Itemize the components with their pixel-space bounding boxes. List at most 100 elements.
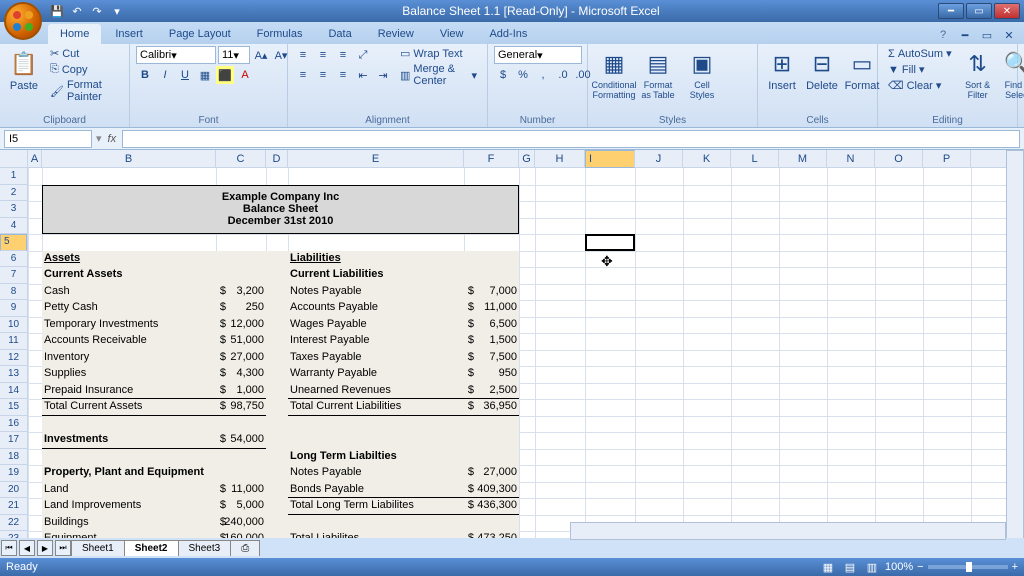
cell[interactable]: Inventory <box>42 350 216 367</box>
row-header-4[interactable]: 4 <box>0 218 27 235</box>
tab-review[interactable]: Review <box>366 24 426 44</box>
cell[interactable]: 54,000 <box>216 432 266 449</box>
merge-center-button[interactable]: ▥ Merge & Center ▾ <box>396 62 481 88</box>
cell[interactable]: 950 <box>464 366 519 383</box>
horizontal-scrollbar[interactable] <box>570 522 1006 540</box>
cell[interactable]: 240,000 <box>216 515 266 532</box>
minimize-button[interactable]: ━ <box>938 3 964 19</box>
sheet-tab-3[interactable]: Sheet3 <box>178 540 232 556</box>
insert-cells-button[interactable]: ⊞Insert <box>764 46 800 94</box>
cell[interactable]: Accounts Payable <box>288 300 464 317</box>
row-header-14[interactable]: 14 <box>0 383 27 400</box>
cell[interactable]: Temporary Investments <box>42 317 216 334</box>
col-header-P[interactable]: P <box>923 150 971 167</box>
indent-inc-icon[interactable]: ⇥ <box>374 66 392 84</box>
cell[interactable]: Total Liabilites <box>288 531 464 538</box>
align-center-icon[interactable]: ≡ <box>314 66 332 84</box>
font-color-button[interactable]: A <box>236 66 254 84</box>
cell[interactable]: Current Liabilities <box>288 267 464 284</box>
row-header-17[interactable]: 17 <box>0 432 27 449</box>
cell[interactable]: Wages Payable <box>288 317 464 334</box>
col-header-J[interactable]: J <box>635 150 683 167</box>
cell[interactable]: Supplies <box>42 366 216 383</box>
sheet-tab-1[interactable]: Sheet1 <box>71 540 125 556</box>
increase-font-icon[interactable]: A▴ <box>252 46 270 64</box>
find-select-button[interactable]: 🔍Find & Select <box>1000 46 1024 102</box>
cell[interactable]: Total Long Term Liabilites <box>288 498 464 515</box>
spreadsheet-grid[interactable]: 1234567891011121314151617181920212223 AB… <box>0 150 1024 538</box>
format-table-button[interactable]: ▤Format as Table <box>638 46 678 102</box>
align-bottom-icon[interactable]: ≡ <box>334 46 352 64</box>
formula-input[interactable] <box>122 130 1020 148</box>
cell[interactable]: 1,000 <box>216 383 266 400</box>
cell[interactable]: 12,000 <box>216 317 266 334</box>
delete-cells-button[interactable]: ⊟Delete <box>804 46 840 94</box>
cell[interactable]: 250 <box>216 300 266 317</box>
row-header-13[interactable]: 13 <box>0 366 27 383</box>
col-header-O[interactable]: O <box>875 150 923 167</box>
cell[interactable]: 27,000 <box>464 465 519 482</box>
cell[interactable]: Property, Plant and Equipment <box>42 465 282 482</box>
cell[interactable]: Liabilities <box>288 251 464 268</box>
cell[interactable]: Petty Cash <box>42 300 216 317</box>
cell[interactable]: Interest Payable <box>288 333 464 350</box>
cell[interactable]: Investments <box>42 432 216 449</box>
cell[interactable]: 11,000 <box>464 300 519 317</box>
maximize-button[interactable]: ▭ <box>966 3 992 19</box>
col-header-F[interactable]: F <box>464 150 519 167</box>
currency-icon[interactable]: $ <box>494 66 512 84</box>
cell[interactable]: 160,000 <box>216 531 266 538</box>
cell[interactable]: Taxes Payable <box>288 350 464 367</box>
fx-icon[interactable]: fx <box>102 133 123 145</box>
cell[interactable]: Assets <box>42 251 216 268</box>
cell[interactable]: Unearned Revenues <box>288 383 464 400</box>
tab-view[interactable]: View <box>428 24 476 44</box>
cell[interactable]: Land <box>42 482 216 499</box>
ribbon-restore-icon[interactable]: ▭ <box>978 26 996 44</box>
row-header-12[interactable]: 12 <box>0 350 27 367</box>
cell[interactable]: Bonds Payable <box>288 482 464 499</box>
cell-styles-button[interactable]: ▣Cell Styles <box>682 46 722 102</box>
paste-button[interactable]: 📋Paste <box>6 46 42 94</box>
cell[interactable]: 3,200 <box>216 284 266 301</box>
row-header-7[interactable]: 7 <box>0 267 27 284</box>
view-normal-icon[interactable]: ▦ <box>819 558 837 576</box>
col-header-K[interactable]: K <box>683 150 731 167</box>
cells-area[interactable]: ABCDEFGHIJKLMNOP Example Company IncBala… <box>28 150 1024 538</box>
cell[interactable]: Cash <box>42 284 216 301</box>
cell[interactable]: 7,500 <box>464 350 519 367</box>
align-right-icon[interactable]: ≡ <box>334 66 352 84</box>
cell[interactable]: 2,500 <box>464 383 519 400</box>
cell[interactable]: 5,000 <box>216 498 266 515</box>
row-header-6[interactable]: 6 <box>0 251 27 268</box>
fill-button[interactable]: ▼ Fill ▾ <box>884 62 956 77</box>
orientation-icon[interactable]: ⤢ <box>354 46 372 64</box>
col-header-H[interactable]: H <box>535 150 585 167</box>
cell[interactable]: Prepaid Insurance <box>42 383 216 400</box>
cut-button[interactable]: ✂ Cut <box>46 46 123 61</box>
cell[interactable]: 409,300 <box>464 482 519 499</box>
office-button[interactable] <box>4 2 42 40</box>
qat-dropdown-icon[interactable]: ▾ <box>108 2 126 20</box>
row-header-11[interactable]: 11 <box>0 333 27 350</box>
autosum-button[interactable]: Σ AutoSum ▾ <box>884 46 956 61</box>
cell[interactable]: Buildings <box>42 515 216 532</box>
cell[interactable]: 98,750 <box>216 399 266 416</box>
cell[interactable]: 4,300 <box>216 366 266 383</box>
format-cells-button[interactable]: ▭Format <box>844 46 880 94</box>
tab-addins[interactable]: Add-Ins <box>477 24 539 44</box>
tab-insert[interactable]: Insert <box>103 24 155 44</box>
tab-formulas[interactable]: Formulas <box>245 24 315 44</box>
row-header-9[interactable]: 9 <box>0 300 27 317</box>
name-box[interactable]: I5 <box>4 130 92 148</box>
align-middle-icon[interactable]: ≡ <box>314 46 332 64</box>
cell[interactable]: Total Current Liabilities <box>288 399 464 416</box>
row-header-5[interactable]: 5 <box>0 234 27 251</box>
cell[interactable]: Accounts Receivable <box>42 333 216 350</box>
cell[interactable]: 6,500 <box>464 317 519 334</box>
col-header-D[interactable]: D <box>266 150 288 167</box>
row-header-21[interactable]: 21 <box>0 498 27 515</box>
cell[interactable]: 1,500 <box>464 333 519 350</box>
row-header-19[interactable]: 19 <box>0 465 27 482</box>
col-header-B[interactable]: B <box>42 150 216 167</box>
